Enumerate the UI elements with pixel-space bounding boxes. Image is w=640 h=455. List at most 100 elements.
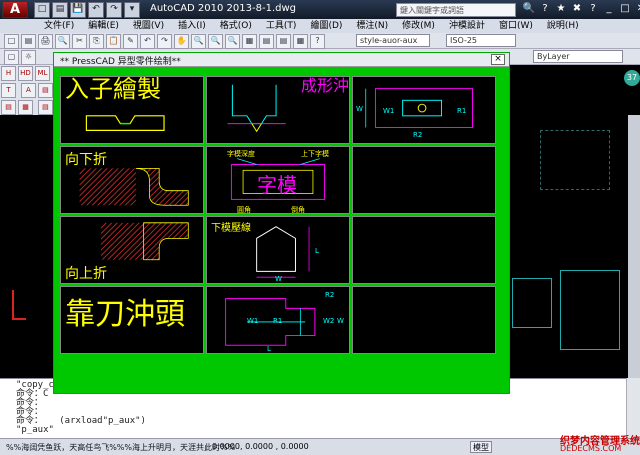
tool-palettes-icon[interactable]: ▤ [276, 34, 291, 49]
tool-ml-icon[interactable]: ML [35, 66, 50, 81]
new-file-icon[interactable]: □ [34, 2, 50, 18]
match-properties-icon[interactable]: ✎ [123, 34, 138, 49]
help-icon[interactable]: ? [310, 34, 325, 49]
preview-icon[interactable]: 🔍 [55, 34, 70, 49]
menu-view[interactable]: 視圖(V) [126, 19, 171, 33]
cell-side-punch[interactable]: 靠刀沖頭 [60, 286, 204, 354]
standard-toolbar-icons: □ ▤ 🖨 🔍 ✂ ⎘ 📋 ✎ ↶ ↷ ✋ 🔍 🔍 🔍 ▦ ▤ ▤ ▦ ? [4, 34, 325, 49]
undo-icon[interactable]: ↶ [88, 2, 104, 18]
background-drawing [512, 278, 552, 328]
tool-block-icon[interactable]: ▤ [37, 100, 53, 115]
dim-style-combo[interactable]: ISO-25 [446, 34, 516, 47]
slot-dimension-drawing [365, 88, 474, 128]
calculator-icon[interactable]: ▦ [293, 34, 308, 49]
cell-empty[interactable] [352, 286, 496, 354]
background-drawing [540, 130, 610, 190]
dim-label: R2 [325, 291, 335, 299]
text-style-combo[interactable]: style-auor-aux [356, 34, 430, 47]
command-scrollbar[interactable] [626, 378, 640, 438]
shape-grid: 入子繪製 成形沖頭 W W1 R1 R2 [60, 76, 500, 358]
search-input[interactable]: 鍵入關鍵字或詞語 [396, 3, 516, 17]
menu-die-design[interactable]: 沖模設計 [442, 19, 492, 33]
cell-letter-die[interactable]: 字模深度 上下字模 字模 圓角 倒角 [206, 146, 350, 214]
pan-icon[interactable]: ✋ [174, 34, 189, 49]
cell-insert-drawing[interactable]: 入子繪製 [60, 76, 204, 144]
cell-forming-punch[interactable]: 成形沖頭 [206, 76, 350, 144]
dim-label: W [337, 317, 344, 325]
dropdown-icon[interactable]: ▾ [124, 2, 140, 18]
vertical-scrollbar[interactable] [628, 115, 640, 378]
search-icon[interactable]: 🔍 [522, 2, 536, 16]
dim-label: W2 [323, 317, 335, 325]
save-icon[interactable]: 💾 [70, 2, 86, 18]
tool-a-icon[interactable]: A [20, 83, 36, 98]
zoom-realtime-icon[interactable]: 🔍 [191, 34, 206, 49]
lightbulb-icon[interactable]: ☼ [21, 50, 36, 65]
open-icon[interactable]: ▤ [21, 34, 36, 49]
design-center-icon[interactable]: ▤ [259, 34, 274, 49]
tools-icon[interactable]: ✖ [570, 2, 584, 16]
cell-lower-die-press-line[interactable]: 下模壓線 L W [206, 216, 350, 284]
menu-draw[interactable]: 繪圖(D) [303, 19, 349, 33]
menu-file[interactable]: 文件(F) [37, 19, 81, 33]
dim-label: 倒角 [291, 206, 305, 214]
properties-icon[interactable]: ▦ [242, 34, 257, 49]
dim-label: R1 [273, 317, 283, 325]
menu-format[interactable]: 格式(O) [213, 19, 259, 33]
status-bar: %%海阔凭鱼跃，天高任鸟飞%%%海上升明月，天涯共此时%% 0.0000, 0.… [0, 438, 640, 455]
dim-label: W [275, 275, 282, 283]
dim-label: L [267, 345, 271, 353]
zoom-window-icon[interactable]: 🔍 [208, 34, 223, 49]
favorite-icon[interactable]: ★ [554, 2, 568, 16]
redo-icon[interactable]: ↷ [106, 2, 122, 18]
menu-edit[interactable]: 編輯(E) [81, 19, 126, 33]
tool-h-icon[interactable]: H [1, 66, 16, 81]
tool-table-icon[interactable]: ▦ [18, 100, 33, 115]
cell-title: 靠刀沖頭 [65, 297, 185, 332]
background-drawing [560, 270, 620, 350]
circle-badge[interactable]: 37 [624, 70, 640, 86]
layer-combo[interactable]: ByLayer [533, 50, 623, 63]
insert-shape-drawing [85, 115, 165, 131]
autocad-logo-button[interactable]: A [2, 1, 28, 18]
dim-label: L [315, 247, 319, 255]
tool-grid-icon[interactable]: ▤ [37, 83, 53, 98]
cell-side-punch-dimension[interactable]: R2 W1 R1 W L W2 [206, 286, 350, 354]
lock-icon[interactable]: ▢ [4, 50, 19, 65]
zoom-previous-icon[interactable]: 🔍 [225, 34, 240, 49]
redo-icon[interactable]: ↷ [157, 34, 172, 49]
cell-bend-up[interactable]: 向上折 [60, 216, 204, 284]
copy-icon[interactable]: ⎘ [89, 34, 104, 49]
print-icon[interactable]: 🖨 [38, 34, 53, 49]
tool-hd-icon[interactable]: HD [18, 66, 33, 81]
dim-label: 圓角 [237, 206, 251, 214]
dialog-title-bar: ** PressCAD 异型零件绘制** × [54, 53, 509, 67]
dim-label: W [356, 105, 363, 113]
cut-icon[interactable]: ✂ [72, 34, 87, 49]
tool-list-icon[interactable]: ▤ [1, 100, 16, 115]
watermark-url: DEDECMS.COM [560, 444, 622, 453]
menu-modify[interactable]: 修改(M) [395, 19, 442, 33]
cell-empty[interactable] [352, 146, 496, 214]
cell-bend-down[interactable]: 向下折 [60, 146, 204, 214]
menu-window[interactable]: 窗口(W) [492, 19, 540, 33]
undo-icon[interactable]: ↶ [140, 34, 155, 49]
open-file-icon[interactable]: ▤ [52, 2, 68, 18]
cell-slot-dimension[interactable]: W W1 R1 R2 [352, 76, 496, 144]
model-tab[interactable]: 模型 [470, 441, 492, 453]
close-icon[interactable]: ✕ [634, 2, 640, 16]
menu-tools[interactable]: 工具(T) [259, 19, 304, 33]
menu-insert[interactable]: 插入(I) [171, 19, 213, 33]
dialog-close-button[interactable]: × [491, 54, 505, 65]
info-icon[interactable]: ? [586, 2, 600, 16]
menu-dimension[interactable]: 標注(N) [349, 19, 395, 33]
maximize-icon[interactable]: □ [618, 2, 632, 16]
minimize-icon[interactable]: _ [602, 2, 616, 16]
left-toolbar: HHDMLT A▤▤▦ ▤◆▤▤ [0, 65, 56, 132]
menu-help[interactable]: 說明(H) [540, 19, 586, 33]
paste-icon[interactable]: 📋 [106, 34, 121, 49]
cell-empty[interactable] [352, 216, 496, 284]
tool-t-icon[interactable]: T [1, 83, 16, 98]
help-icon[interactable]: ? [538, 2, 552, 16]
new-icon[interactable]: □ [4, 34, 19, 49]
